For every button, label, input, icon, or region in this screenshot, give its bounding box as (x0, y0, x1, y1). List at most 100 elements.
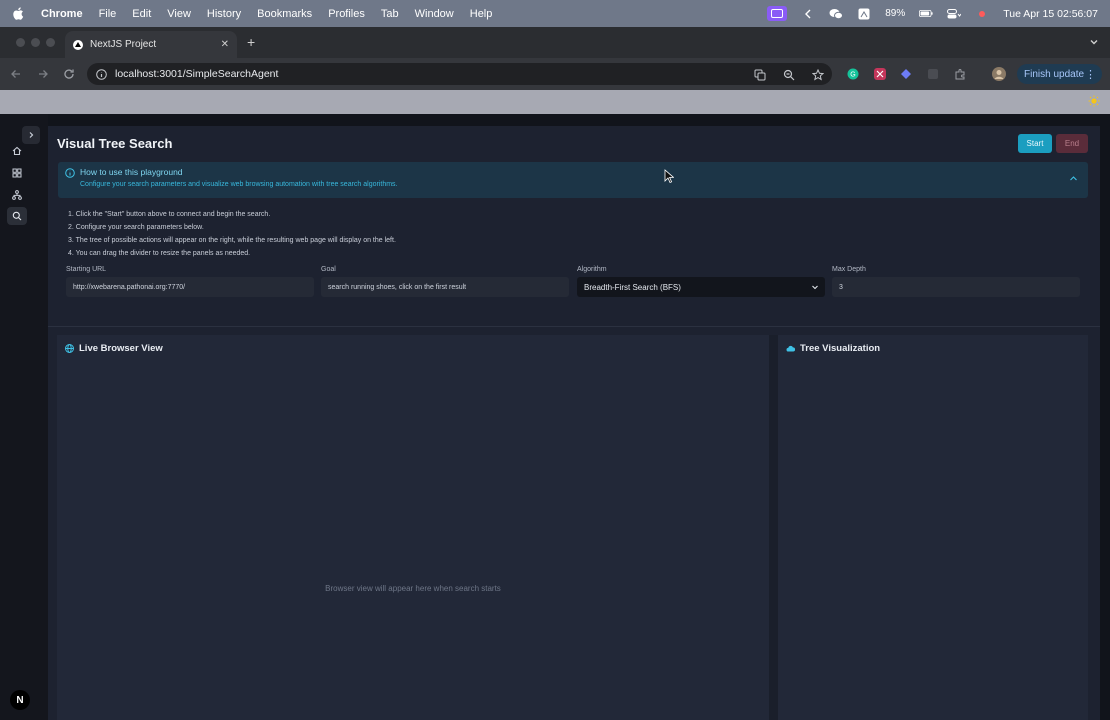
finish-update-button[interactable]: Finish update ⋮ (1017, 64, 1103, 84)
grid-icon (12, 168, 22, 178)
minimize-window-button[interactable] (31, 38, 40, 47)
mouse-cursor-icon (664, 169, 674, 183)
macos-menubar: Chrome File Edit View History Bookmarks … (0, 0, 1110, 27)
menu-help[interactable]: Help (470, 8, 493, 20)
end-button[interactable]: End (1056, 134, 1088, 153)
home-icon (12, 146, 22, 156)
new-tab-icon[interactable]: + (247, 34, 255, 50)
nextjs-logo-icon[interactable]: N (10, 690, 30, 710)
tree-visualization-header: Tree Visualization (786, 343, 880, 354)
menu-window[interactable]: Window (415, 8, 454, 20)
max-depth-input[interactable]: 3 (832, 277, 1080, 297)
instruction-step: 2. Configure your search parameters belo… (68, 224, 204, 231)
tree-visualization-panel: Tree Visualization (778, 335, 1088, 720)
extensions-puzzle-icon[interactable] (954, 68, 966, 80)
live-browser-title: Live Browser View (79, 343, 163, 354)
more-menu-icon[interactable]: ⋮ (1085, 68, 1096, 81)
instruction-step: 1. Click the "Start" button above to con… (68, 211, 271, 218)
instructions-list: 1. Click the "Start" button above to con… (68, 208, 396, 260)
section-divider (48, 326, 1100, 327)
help-title: How to use this playground (80, 167, 183, 177)
info-icon (65, 168, 75, 178)
profile-avatar-icon[interactable] (992, 67, 1006, 81)
tree-visualization-title: Tree Visualization (800, 343, 881, 354)
screen-record-icon[interactable] (767, 6, 788, 21)
reload-icon[interactable] (63, 68, 75, 80)
zoom-icon[interactable] (783, 69, 795, 81)
bookmark-star-icon[interactable] (812, 69, 824, 81)
menu-file[interactable]: File (99, 8, 117, 20)
panel-resize-divider[interactable] (769, 335, 778, 720)
tab-close-icon[interactable]: ✕ (221, 39, 229, 50)
nextjs-favicon-icon (73, 39, 83, 50)
extension-gray-icon[interactable] (927, 68, 939, 80)
close-window-button[interactable] (16, 38, 25, 47)
sidebar-item-dashboard[interactable] (7, 164, 27, 182)
menu-chrome[interactable]: Chrome (41, 8, 83, 20)
app-sidebar: N (0, 114, 48, 720)
tab-search-chevron-icon[interactable] (1088, 36, 1100, 48)
site-info-icon[interactable] (96, 68, 107, 80)
cloud-icon (786, 345, 795, 352)
help-subtitle: Configure your search parameters and vis… (80, 181, 398, 188)
menu-view[interactable]: View (167, 8, 191, 20)
chevron-down-icon (812, 285, 818, 290)
forward-arrow-icon[interactable] (37, 68, 49, 80)
sidebar-expand-button[interactable] (22, 126, 40, 144)
search-icon (12, 211, 22, 221)
instruction-step: 3. The tree of possible actions will app… (68, 237, 396, 244)
extension-gem-icon[interactable] (900, 68, 912, 80)
back-arrow-icon[interactable] (10, 68, 22, 80)
tab-title: NextJS Project (90, 39, 157, 50)
goal-label: Goal (321, 266, 336, 273)
max-depth-label: Max Depth (832, 266, 866, 273)
instruction-step: 4. You can drag the divider to resize th… (68, 250, 251, 257)
chevron-left-icon[interactable] (801, 8, 815, 20)
chevron-right-icon (29, 132, 34, 138)
sun-icon[interactable] (1088, 95, 1100, 107)
help-accordion[interactable]: How to use this playground Configure you… (58, 162, 1088, 198)
start-button[interactable]: Start (1018, 134, 1052, 153)
browser-toolbar: localhost:3001/SimpleSearchAgent G Finis… (0, 58, 1110, 90)
goal-input[interactable]: search running shoes, click on the first… (321, 277, 569, 297)
record-dot-icon[interactable] (975, 8, 989, 20)
starting-url-label: Starting URL (66, 266, 107, 273)
menu-profiles[interactable]: Profiles (328, 8, 365, 20)
battery-icon[interactable] (919, 8, 933, 20)
tab-strip: NextJS Project ✕ + (0, 27, 1110, 58)
apple-icon[interactable] (13, 7, 29, 20)
sidebar-item-home[interactable] (7, 142, 27, 160)
live-browser-header: Live Browser View (65, 343, 163, 354)
svg-text:G: G (850, 72, 855, 79)
menu-edit[interactable]: Edit (132, 8, 151, 20)
finish-update-label: Finish update (1024, 68, 1085, 80)
stats-icon[interactable] (857, 8, 871, 20)
starting-url-input[interactable]: http://xwebarena.pathonai.org:7770/ (66, 277, 314, 297)
chevron-up-icon[interactable] (1069, 174, 1078, 183)
globe-icon (65, 344, 74, 353)
browser-placeholder-text: Browser view will appear here when searc… (325, 584, 501, 593)
network-icon (12, 190, 22, 200)
url-text[interactable]: localhost:3001/SimpleSearchAgent (115, 68, 278, 80)
grammarly-extension-icon[interactable]: G (847, 68, 859, 80)
app-root: N Visual Tree Search Start End How to us… (0, 114, 1110, 720)
bookmark-bar (0, 90, 1110, 114)
wechat-icon[interactable] (829, 8, 844, 20)
main-content: Visual Tree Search Start End How to use … (48, 126, 1100, 720)
algorithm-selected-value: Breadth-First Search (BFS) (584, 282, 681, 292)
menubar-clock[interactable]: Tue Apr 15 02:56:07 (1003, 8, 1098, 20)
sidebar-item-search[interactable] (7, 207, 27, 225)
live-browser-panel: Live Browser View Browser view will appe… (57, 335, 769, 720)
menu-bookmarks[interactable]: Bookmarks (257, 8, 312, 20)
sidebar-item-tree[interactable] (7, 186, 27, 204)
zoom-window-button[interactable] (46, 38, 55, 47)
address-bar[interactable]: localhost:3001/SimpleSearchAgent (87, 63, 832, 85)
menu-tab[interactable]: Tab (381, 8, 399, 20)
algorithm-label: Algorithm (577, 266, 607, 273)
algorithm-select[interactable]: Breadth-First Search (BFS) (577, 277, 825, 297)
control-center-icon[interactable] (947, 8, 962, 20)
browser-tab[interactable]: NextJS Project ✕ (65, 31, 237, 58)
extension-red-icon[interactable] (874, 68, 886, 80)
translate-icon[interactable] (754, 69, 766, 81)
menu-history[interactable]: History (207, 8, 241, 20)
